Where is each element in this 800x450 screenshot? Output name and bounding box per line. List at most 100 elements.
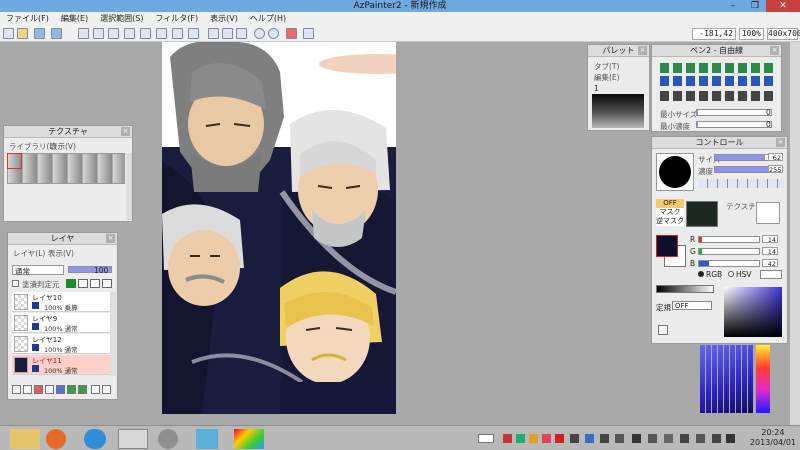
density-value[interactable]: 255 (768, 165, 783, 174)
new-file-icon[interactable] (3, 28, 14, 39)
blend-mode-select[interactable]: 通常 (12, 265, 64, 276)
mask-color-box[interactable] (686, 201, 718, 227)
paint-app-icon[interactable] (234, 429, 264, 449)
layer-settings-icon[interactable] (56, 385, 65, 394)
layer-scrollbar[interactable] (110, 292, 116, 376)
texture-menu-view[interactable]: 表示(V) (50, 141, 76, 152)
grid-icon[interactable] (124, 28, 135, 39)
r-slider[interactable] (698, 236, 760, 243)
grid-split-icon[interactable] (140, 28, 151, 39)
eyedropper-icon[interactable] (658, 325, 668, 335)
layer-alpha-icon[interactable] (102, 279, 112, 288)
b-slider[interactable] (698, 260, 760, 267)
zoom-in-icon[interactable] (208, 28, 219, 39)
close-icon[interactable]: × (121, 127, 130, 136)
tray-icon[interactable] (503, 434, 512, 443)
texture-selected[interactable] (7, 153, 22, 169)
azpainter-taskbar-icon[interactable] (118, 429, 148, 449)
window-scrollbar[interactable] (790, 42, 800, 425)
menu-edit[interactable]: 編集(E) (55, 12, 94, 26)
pen-mode-icon[interactable] (303, 28, 314, 39)
layout-icon[interactable] (172, 28, 183, 39)
texture-swatch-grid[interactable] (7, 153, 125, 184)
rgb-radio[interactable] (698, 271, 704, 277)
mask-button[interactable]: マスク (656, 208, 684, 217)
color-picker-square[interactable] (724, 287, 782, 337)
visibility-icon[interactable] (32, 344, 39, 351)
size-preset-buttons[interactable] (698, 179, 784, 188)
settings-app-icon[interactable] (158, 429, 178, 449)
g-value[interactable]: 14 (762, 247, 778, 256)
layer-item[interactable]: レイヤ10 100% 乗算 (12, 292, 110, 312)
fill-source-checkbox[interactable] (12, 280, 19, 287)
palette-menu-tab[interactable]: タブ(T) (594, 61, 619, 72)
view-right-icon[interactable] (93, 28, 104, 39)
edit-tool-icons[interactable] (660, 76, 776, 86)
app-icon[interactable] (196, 429, 218, 449)
pen-tool-icons[interactable] (660, 63, 776, 73)
color-swatch-grid[interactable] (700, 345, 754, 413)
draw-color[interactable] (656, 235, 678, 257)
volume-icon[interactable] (726, 434, 735, 443)
texture-scrollbar[interactable] (126, 153, 132, 220)
layer-item[interactable]: レイヤ12 100% 通常 (12, 334, 110, 354)
mask-off-button[interactable]: OFF (656, 199, 684, 208)
size-value[interactable]: 62 (768, 153, 783, 162)
menu-view[interactable]: 表示(V) (204, 12, 244, 26)
close-button[interactable]: ✕ (766, 0, 800, 12)
clock[interactable]: 20:24 2013/04/01 (750, 428, 796, 448)
gradient-bar[interactable] (656, 285, 714, 293)
tray-icon[interactable] (600, 434, 609, 443)
reverse-mask-button[interactable]: 逆マスク (656, 217, 684, 226)
tray-icon[interactable] (555, 434, 564, 443)
menu-file[interactable]: ファイル(F) (0, 12, 55, 26)
tray-icon[interactable] (648, 434, 657, 443)
clear-icon[interactable] (286, 28, 297, 39)
drawing-canvas[interactable] (162, 42, 396, 414)
tray-icon[interactable] (696, 434, 705, 443)
r-value[interactable]: 14 (762, 235, 778, 244)
close-icon[interactable]: × (770, 46, 779, 55)
hsv-radio[interactable] (728, 271, 734, 277)
panel-icon[interactable] (156, 28, 167, 39)
delete-layer-icon[interactable] (34, 385, 43, 394)
tray-icon[interactable] (585, 434, 594, 443)
visibility-icon[interactable] (32, 323, 39, 330)
undo-icon[interactable] (254, 28, 265, 39)
min-density-slider[interactable] (696, 121, 772, 128)
save-icon[interactable] (34, 28, 45, 39)
hue-strip[interactable] (756, 345, 770, 413)
tray-icon[interactable] (516, 434, 525, 443)
combine-layers-icon[interactable] (102, 385, 111, 394)
palette-menu-edit[interactable]: 編集(E) (594, 72, 620, 83)
layer-item-active[interactable]: レイヤ11 100% 通常 (12, 355, 110, 375)
menu-help[interactable]: ヘルプ(H) (244, 12, 292, 26)
tray-icon[interactable] (632, 434, 641, 443)
browser-icon[interactable] (84, 429, 106, 449)
view-icon[interactable] (108, 28, 119, 39)
texture-preview[interactable] (756, 202, 780, 224)
all-layers-icon[interactable] (91, 385, 100, 394)
zoom-reset-icon[interactable] (236, 28, 247, 39)
view-left-icon[interactable] (78, 28, 89, 39)
new-layer-icon[interactable] (12, 385, 21, 394)
shape-tool-icons[interactable] (660, 91, 776, 101)
close-icon[interactable]: × (776, 138, 785, 147)
maximize-button[interactable]: ❐ (744, 0, 766, 12)
min-size-slider[interactable] (696, 109, 772, 116)
layer-menu-view[interactable]: 表示(V) (48, 248, 74, 259)
menu-filter[interactable]: フィルタ(F) (149, 12, 204, 26)
merge-layer-icon[interactable] (45, 385, 54, 394)
tray-icon[interactable] (570, 434, 579, 443)
tray-icon[interactable] (529, 434, 538, 443)
layer-menu-layer[interactable]: レイヤ(L) (13, 248, 45, 259)
g-slider[interactable] (698, 248, 760, 255)
tray-icon[interactable] (542, 434, 551, 443)
tray-icon[interactable] (664, 434, 673, 443)
minimize-button[interactable]: – (722, 0, 744, 12)
layer-item[interactable]: レイヤ9 100% 通常 (12, 313, 110, 333)
close-icon[interactable]: × (106, 234, 115, 243)
media-player-icon[interactable] (46, 429, 66, 449)
color-mode-dropdown[interactable] (760, 270, 782, 279)
layer-lock-icon[interactable] (66, 279, 76, 288)
